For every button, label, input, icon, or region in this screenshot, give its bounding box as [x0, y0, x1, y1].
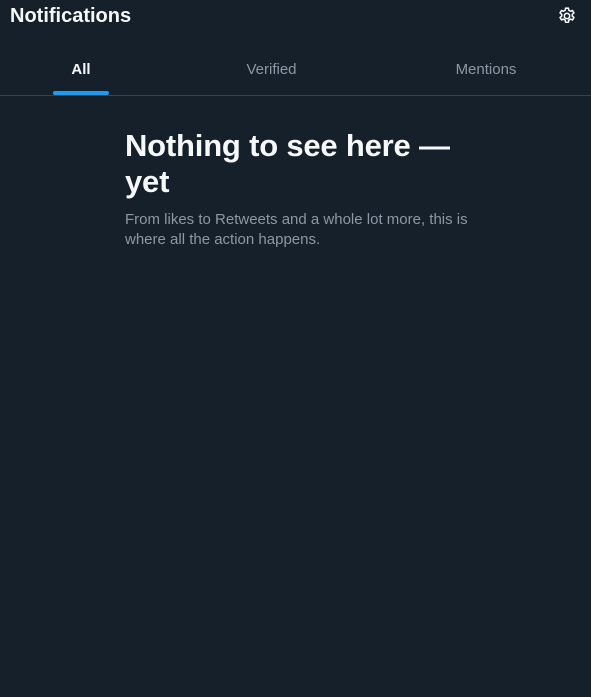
header: Notifications	[0, 0, 591, 33]
empty-state-description: From likes to Retweets and a whole lot m…	[125, 211, 468, 248]
tab-all[interactable]: All	[0, 33, 162, 95]
settings-button[interactable]	[557, 6, 577, 26]
gear-icon	[559, 7, 575, 24]
empty-state-title: Nothing to see here — yet	[125, 128, 450, 199]
tab-verified-label: Verified	[246, 61, 297, 78]
empty-state: Nothing to see here — yet From likes to …	[125, 128, 470, 250]
tab-all-label: All	[71, 61, 91, 78]
tab-mentions[interactable]: Mentions	[381, 33, 591, 95]
tab-verified[interactable]: Verified	[162, 33, 381, 95]
notification-tabs: All Verified Mentions	[0, 33, 591, 96]
tab-mentions-label: Mentions	[455, 61, 517, 78]
active-tab-indicator	[53, 91, 109, 95]
page-title: Notifications	[10, 5, 132, 27]
